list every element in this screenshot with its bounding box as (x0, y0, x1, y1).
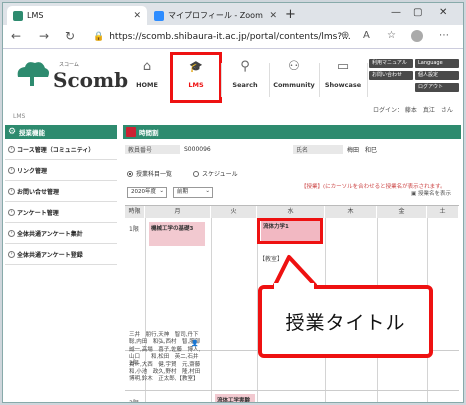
callout-joint (274, 283, 314, 291)
browser-window: LMS ✕ マイプロフィール - Zoom ✕ + — ▢ ✕ ← → ↻ 🔒 … (2, 2, 464, 403)
callout-box: 授業タイトル (258, 285, 433, 358)
